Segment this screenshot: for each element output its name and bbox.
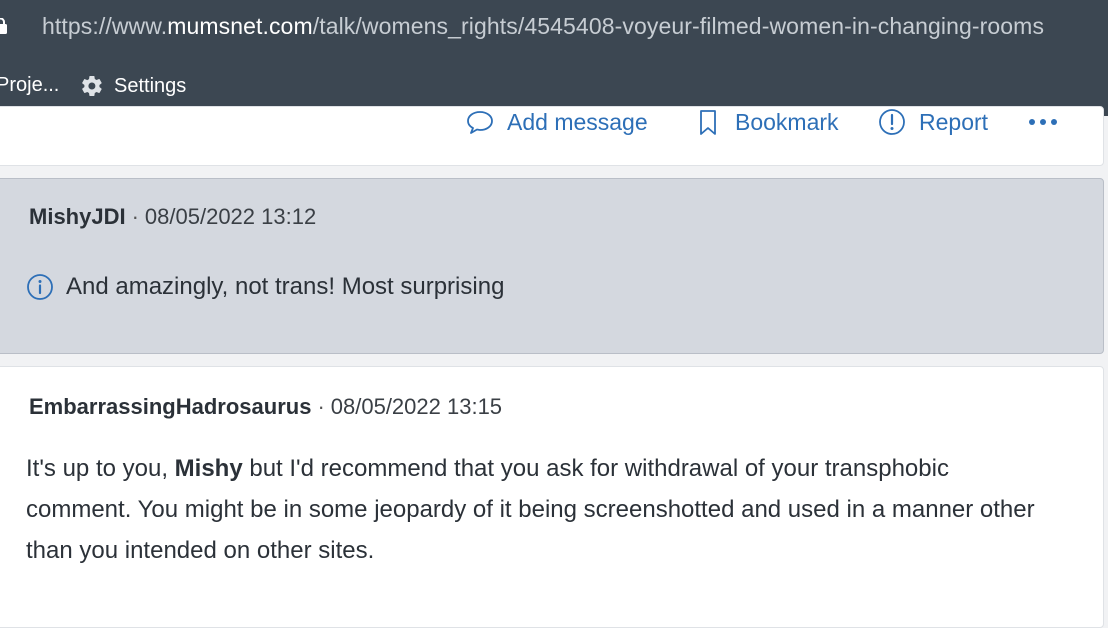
report-label: Report bbox=[919, 108, 989, 135]
post-actions-card: Add message Bookmark Report bbox=[0, 106, 1104, 166]
post-body-mention: Mishy bbox=[174, 455, 243, 482]
meta-separator: · bbox=[317, 394, 325, 419]
gear-icon bbox=[82, 75, 102, 97]
more-options-button[interactable] bbox=[1029, 107, 1057, 137]
thread-page: Add message Bookmark Report MishyJDI · 0… bbox=[0, 106, 1108, 628]
notice-text: And amazingly, not trans! Most surprisin… bbox=[66, 273, 505, 300]
more-dots-icon bbox=[1029, 119, 1057, 125]
alert-circle-icon bbox=[879, 109, 905, 135]
url-path: /talk/womens_rights/4545408-voyeur-filme… bbox=[312, 13, 1045, 39]
meta-separator: · bbox=[131, 204, 139, 229]
post-body-part1: It's up to you, bbox=[26, 455, 175, 482]
post-header: MishyJDI · 08/05/2022 13:12 bbox=[29, 204, 316, 230]
post-username[interactable]: EmbarrassingHadrosaurus bbox=[29, 394, 311, 419]
post-body: It's up to you, Mishy but I'd recommend … bbox=[26, 448, 1036, 571]
bookmark-button[interactable]: Bookmark bbox=[693, 107, 839, 137]
browser-chrome: https://www.mumsnet.com/talk/womens_righ… bbox=[0, 0, 1108, 116]
post-timestamp: 08/05/2022 13:12 bbox=[144, 204, 317, 229]
report-button[interactable]: Report bbox=[877, 107, 988, 137]
speech-bubble-icon bbox=[467, 111, 493, 134]
post-header: EmbarrassingHadrosaurus · 08/05/2022 13:15 bbox=[29, 394, 502, 420]
bookmark-icon bbox=[700, 110, 716, 135]
info-icon bbox=[27, 274, 53, 300]
bookmark-projects[interactable]: Proje... bbox=[0, 74, 59, 97]
post-username[interactable]: MishyJDI bbox=[29, 204, 126, 229]
post-actions: Add message Bookmark Report bbox=[0, 107, 1097, 147]
bookmark-settings-label: Settings bbox=[114, 74, 187, 97]
url-prefix: https://www. bbox=[42, 13, 168, 39]
post-notice: And amazingly, not trans! Most surprisin… bbox=[26, 273, 504, 301]
add-message-button[interactable]: Add message bbox=[465, 107, 648, 137]
bookmark-label: Bookmark bbox=[735, 108, 839, 135]
url-host: mumsnet.com bbox=[167, 13, 313, 39]
address-bar[interactable]: https://www.mumsnet.com/talk/womens_righ… bbox=[0, 0, 1108, 58]
url-text[interactable]: https://www.mumsnet.com/talk/womens_righ… bbox=[42, 13, 1044, 40]
add-message-label: Add message bbox=[507, 108, 648, 135]
post-timestamp: 08/05/2022 13:15 bbox=[330, 394, 503, 419]
lock-icon bbox=[0, 18, 7, 34]
bookmark-settings[interactable]: Settings bbox=[80, 74, 186, 98]
